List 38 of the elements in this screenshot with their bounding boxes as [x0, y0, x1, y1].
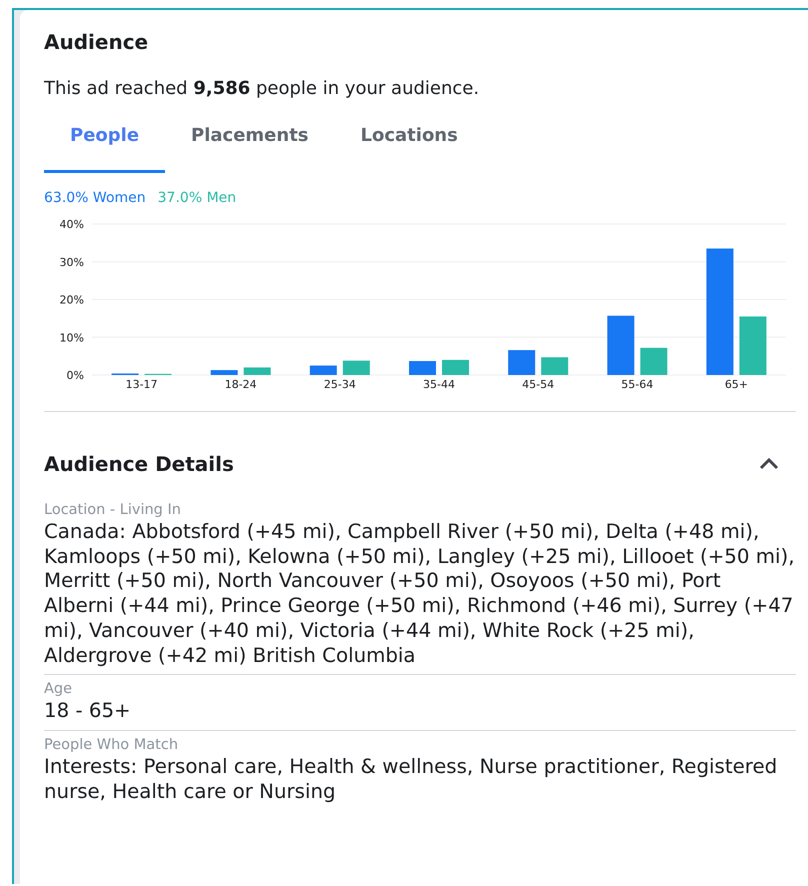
- axis-label: 0%: [66, 369, 84, 382]
- reach-summary: This ad reached 9,586 people in your audience.: [44, 78, 480, 99]
- axis-label: 13-17: [126, 378, 158, 391]
- bar: [640, 348, 668, 375]
- bar: [210, 370, 238, 375]
- detail-value: Canada: Abbotsford (+45 mi), Campbell River (+50 mi), Delta (+48 mi), Kamloops (+50 mi), Kelowna (+50 mi), Langley (+25 mi), Lillooet (+50 mi), Merritt (+50 mi), North Vancouver (+50 mi), Osoyoos (+50 mi), Port Alberni (+44 mi), Prince George (+50 mi), Richmond (+46 mi), Surrey (+47 mi), Vancouver (+40 mi), Victoria (+44 mi), White Rock (+25 mi), Aldergrove (+42 mi) British Columbia: [44, 520, 796, 668]
- bar: [442, 360, 469, 375]
- section-title: Audience Details: [44, 452, 234, 476]
- axis-label: 18-24: [224, 378, 257, 391]
- axis-label: 65+: [724, 378, 748, 391]
- axis-label: 20%: [60, 294, 84, 306]
- tab[interactable]: People: [44, 113, 166, 173]
- bar: [310, 366, 337, 375]
- axis-label: 25-34: [324, 378, 356, 391]
- bar: [541, 357, 568, 375]
- detail-label: Age: [44, 681, 74, 698]
- axis-label: 45-54: [522, 378, 554, 391]
- axis-label: 30%: [60, 256, 84, 269]
- tab[interactable]: Locations: [334, 113, 484, 173]
- bar: [409, 361, 436, 375]
- bar: [607, 316, 634, 375]
- card-title: Audience: [44, 30, 150, 54]
- axis-label: 10%: [60, 331, 84, 344]
- axis-label: 55-64: [621, 378, 654, 391]
- bar: [244, 367, 271, 375]
- tab[interactable]: Placements: [165, 113, 335, 173]
- legend-label: 37.0% Men: [158, 190, 236, 206]
- bar: [508, 350, 536, 375]
- detail-value: 18 - 65+: [44, 699, 132, 724]
- bar: [739, 316, 766, 375]
- detail-value: Interests: Personal care, Health & wellness, Nurse practitioner, Registered nurse, Health care or Nursing: [44, 754, 778, 804]
- chevron-up-icon[interactable]: [758, 457, 780, 471]
- axis-label: 40%: [60, 218, 84, 231]
- detail-label: People Who Match: [44, 736, 180, 753]
- legend-label: 63.0% Women: [44, 190, 146, 206]
- axis-label: 35-44: [423, 378, 455, 391]
- detail-label: Location - Living In: [44, 502, 182, 518]
- bar: [342, 360, 370, 375]
